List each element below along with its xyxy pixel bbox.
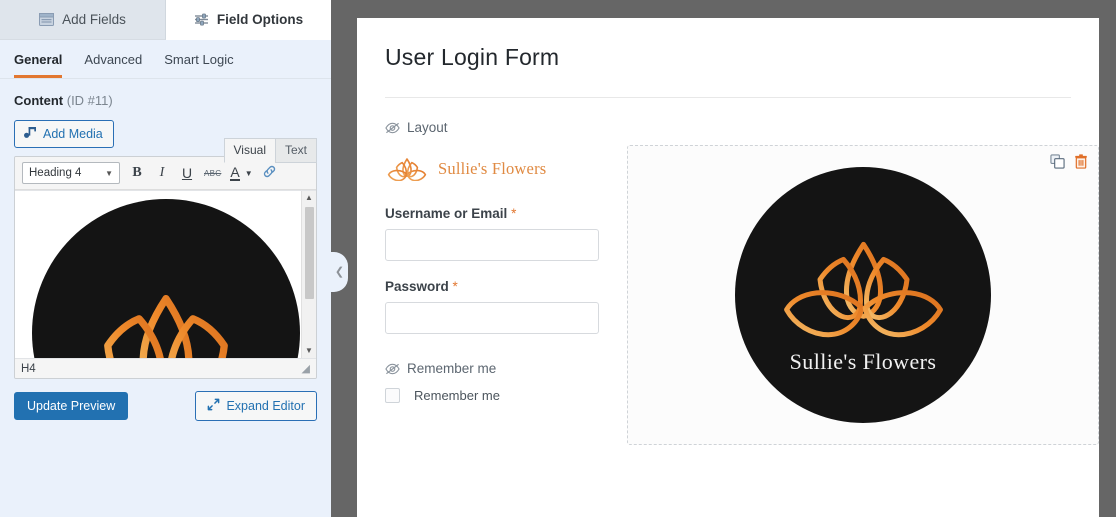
editor-path-label: H4 <box>21 362 36 375</box>
panel-subtabs: General Advanced Smart Logic <box>0 40 331 79</box>
subtab-smart-logic[interactable]: Smart Logic <box>164 52 233 78</box>
editor-action-buttons: Update Preview Expand Editor <box>0 379 331 421</box>
form-builder-screen: Add Fields Field Options General Advance… <box>0 0 1116 517</box>
expand-arrows-icon <box>207 398 220 414</box>
editor-mode-visual[interactable]: Visual <box>223 138 276 163</box>
page-title: User Login Form <box>385 44 560 70</box>
editor-mode-text[interactable]: Text <box>274 138 317 163</box>
wysiwyg-editor: Heading 4 ▼ B I U ABC A ▼ ▲ ▼ H4 ◢ <box>14 156 317 379</box>
subtab-general[interactable]: General <box>14 52 63 78</box>
resize-grip-icon[interactable]: ◢ <box>302 362 310 375</box>
media-icon <box>23 126 37 142</box>
password-input[interactable] <box>385 302 599 334</box>
expand-editor-button[interactable]: Expand Editor <box>195 391 317 421</box>
subtab-smart-logic-label: Smart Logic <box>164 52 234 67</box>
chevron-left-icon: ❮ <box>334 265 345 278</box>
tab-field-options-label: Field Options <box>216 12 304 27</box>
fields-list-icon <box>39 13 55 26</box>
layout-field-label: Layout <box>407 120 448 135</box>
eye-off-icon <box>385 363 400 375</box>
chevron-down-icon: ▼ <box>244 168 253 178</box>
layout-column-right: Sullie's Flowers <box>627 145 1099 445</box>
username-field-label: Username or Email * <box>385 206 613 221</box>
panel-tabs: Add Fields Field Options <box>0 0 331 40</box>
italic-button[interactable]: I <box>154 165 170 181</box>
subtab-advanced-label: Advanced <box>84 52 143 67</box>
add-media-button[interactable]: Add Media <box>14 120 114 148</box>
bold-button[interactable]: B <box>129 165 145 181</box>
tab-field-options[interactable]: Field Options <box>166 0 331 40</box>
scroll-down-icon[interactable]: ▼ <box>302 344 316 358</box>
trash-icon[interactable] <box>1074 154 1088 169</box>
remember-checkbox-row[interactable]: Remember me <box>385 388 613 403</box>
lotus-icon <box>771 215 956 345</box>
content-section-id: (ID #11) <box>66 93 113 108</box>
format-select-value: Heading 4 <box>29 167 82 179</box>
subtab-general-label: General <box>14 52 63 67</box>
text-color-button[interactable]: A ▼ <box>230 164 253 181</box>
brand-name: Sullie's Flowers <box>438 158 547 178</box>
logo-text: Sullie's Flowers <box>789 349 937 374</box>
layout-column-left: Sullie's Flowers Username or Email * Pas… <box>385 145 613 403</box>
remember-field-header: Remember me <box>385 361 613 376</box>
logo-preview-image: Sullie's Flowers <box>735 167 991 423</box>
sliders-icon <box>194 13 209 26</box>
content-section-heading: Content (ID #11) <box>0 79 331 114</box>
remember-section-label: Remember me <box>407 361 497 376</box>
field-options-panel: Add Fields Field Options General Advance… <box>0 0 331 517</box>
username-input[interactable] <box>385 229 599 261</box>
subtab-advanced[interactable]: Advanced <box>84 52 142 78</box>
text-color-a-glyph: A <box>230 164 240 181</box>
editor-content-area[interactable]: ▲ ▼ <box>15 190 316 358</box>
password-field-label: Password * <box>385 279 613 294</box>
password-required-mark: * <box>452 279 458 294</box>
remember-checkbox-label: Remember me <box>414 388 500 403</box>
title-divider <box>385 97 1071 98</box>
collapse-panel-handle[interactable]: ❮ <box>331 252 348 292</box>
scroll-up-icon[interactable]: ▲ <box>302 191 316 205</box>
editor-mode-visual-label: Visual <box>233 143 266 157</box>
layout-field-header: Layout <box>385 120 1071 135</box>
form-preview-panel: User Login Form Layout Sullie's Flowers … <box>357 18 1099 517</box>
content-section-title: Content <box>14 93 64 108</box>
tab-add-fields-label: Add Fields <box>62 12 126 27</box>
update-preview-button[interactable]: Update Preview <box>14 392 129 420</box>
expand-editor-label: Expand Editor <box>226 399 305 413</box>
format-select[interactable]: Heading 4 ▼ <box>22 162 120 184</box>
editor-status-bar: H4 ◢ <box>15 358 316 378</box>
duplicate-icon[interactable] <box>1050 154 1065 169</box>
username-required-mark: * <box>511 206 517 221</box>
tab-add-fields[interactable]: Add Fields <box>0 0 166 40</box>
strikethrough-button[interactable]: ABC <box>204 169 221 178</box>
link-icon[interactable] <box>262 164 278 182</box>
add-media-label: Add Media <box>43 127 103 141</box>
underline-button[interactable]: U <box>179 165 195 181</box>
brand-row: Sullie's Flowers <box>385 145 613 188</box>
editor-mode-tabs: Visual Text <box>223 138 317 163</box>
layout-columns: Sullie's Flowers Username or Email * Pas… <box>385 145 1099 445</box>
editor-mode-text-label: Text <box>284 143 307 157</box>
remember-checkbox[interactable] <box>385 388 400 403</box>
scrollbar-thumb[interactable] <box>305 207 314 299</box>
selected-logo-block[interactable]: Sullie's Flowers <box>627 145 1099 445</box>
eye-off-icon <box>385 122 400 134</box>
editor-scrollbar[interactable]: ▲ ▼ <box>301 191 316 358</box>
lotus-icon <box>387 151 427 186</box>
editor-logo-image <box>31 199 300 358</box>
block-actions <box>1050 154 1088 169</box>
chevron-down-icon: ▼ <box>105 168 113 178</box>
username-label-text: Username or Email <box>385 206 508 221</box>
password-label-text: Password <box>385 279 449 294</box>
